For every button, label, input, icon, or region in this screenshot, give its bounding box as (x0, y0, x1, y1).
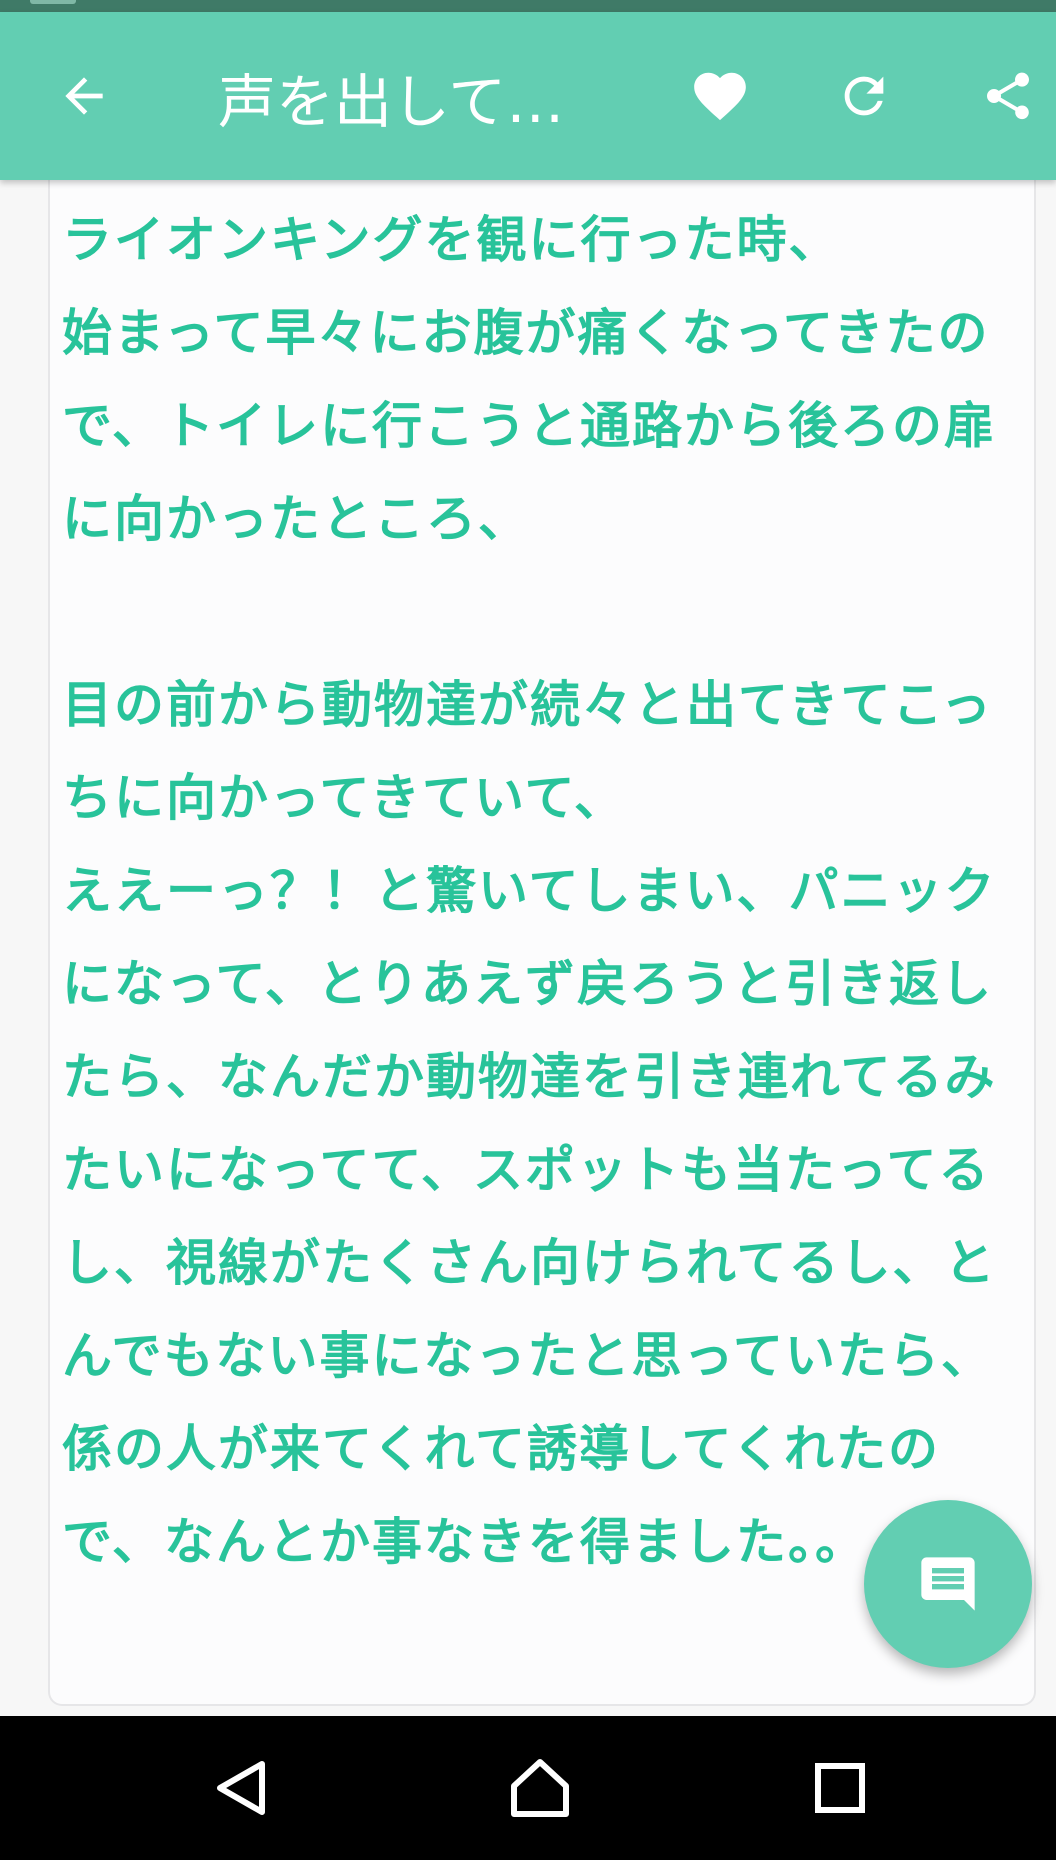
app-bar: 声を出して笑... (0, 12, 1056, 180)
home-icon (511, 1759, 569, 1817)
page-title: 声を出して笑... (218, 68, 618, 136)
arrow-left-icon (65, 77, 103, 115)
nav-recents-button[interactable] (790, 1738, 890, 1838)
status-bar (0, 0, 1056, 12)
favorite-button[interactable] (678, 54, 762, 138)
share-button[interactable] (966, 54, 1050, 138)
post-body-text: ライオンキングを観に行った時、 始まって早々にお腹が痛くなってきたので、トイレに… (62, 211, 997, 1571)
nav-home-button[interactable] (490, 1738, 590, 1838)
back-button[interactable] (42, 54, 126, 138)
square-recents-icon (815, 1763, 865, 1813)
heart-icon (694, 72, 746, 121)
comment-icon (921, 1557, 975, 1611)
triangle-back-icon (217, 1761, 265, 1815)
system-nav-bar (0, 1716, 1056, 1860)
nav-back-button[interactable] (190, 1738, 290, 1838)
reload-button[interactable] (822, 54, 906, 138)
comment-button[interactable] (864, 1500, 1032, 1668)
status-indicator (30, 0, 76, 4)
refresh-icon (844, 76, 884, 116)
share-icon (987, 72, 1029, 120)
